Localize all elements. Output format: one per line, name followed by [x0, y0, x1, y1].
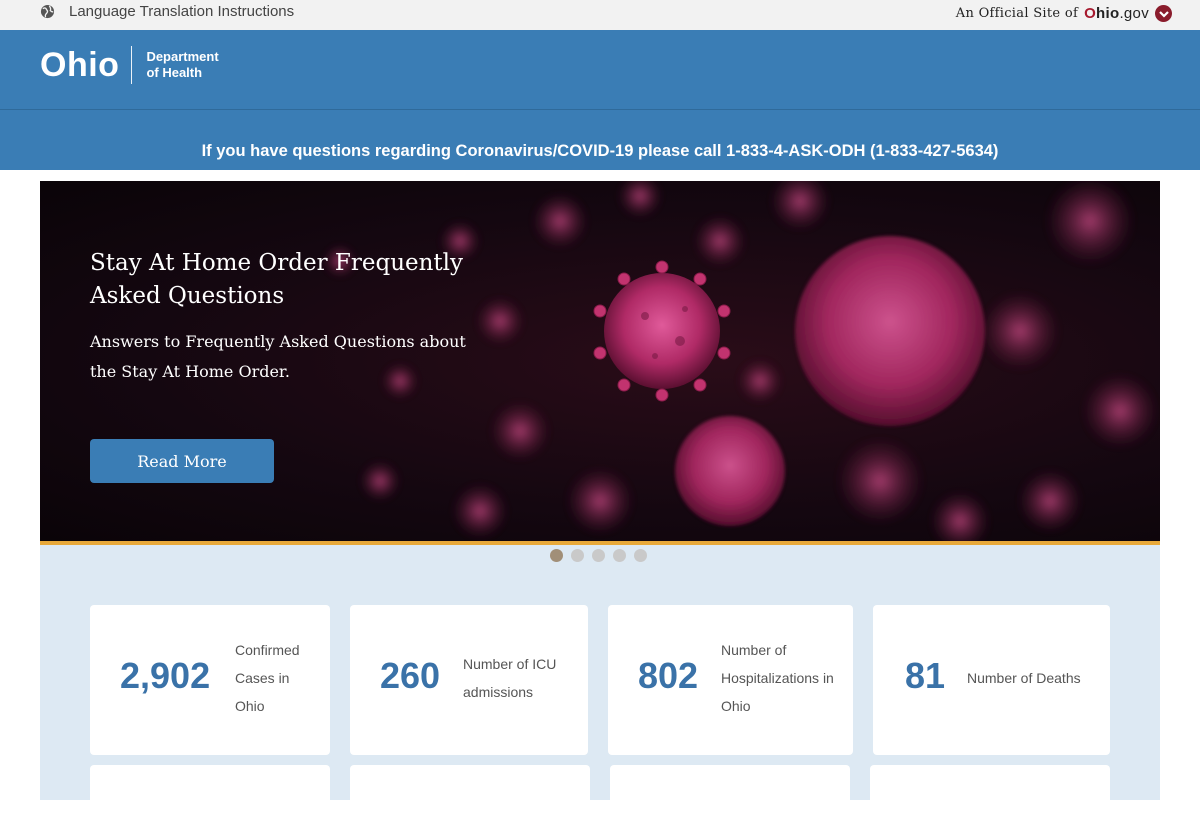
read-more-button[interactable]: Read More — [90, 439, 274, 483]
virus-particle — [593, 260, 731, 402]
covid-hotline-message: If you have questions regarding Coronavi… — [201, 142, 999, 160]
logo-department-text: Department of Health — [146, 49, 219, 80]
official-site-banner: An Official Site of Ohio.gov — [956, 5, 1172, 22]
logo-ohio-text: Ohio — [40, 46, 120, 84]
language-translation-link[interactable]: Language Translation Instructions — [40, 3, 294, 20]
stat-card-row2-4 — [870, 765, 1110, 825]
carousel-dot-4[interactable] — [613, 549, 626, 562]
utility-bar: Language Translation Instructions An Off… — [0, 0, 1200, 30]
stat-number: 260 — [380, 655, 441, 696]
stat-card-row2-3 — [610, 765, 850, 825]
site-header: Ohio Department of Health — [0, 30, 1200, 110]
stat-label: Confirmed Cases in Ohio — [235, 642, 300, 714]
hero-subtitle: Answers to Frequently Asked Questions ab… — [90, 332, 466, 381]
carousel-dot-3[interactable] — [592, 549, 605, 562]
hero-title: Stay At Home Order Frequently Asked Ques… — [90, 250, 464, 309]
carousel-dot-1[interactable] — [550, 549, 563, 562]
stat-number: 81 — [905, 655, 946, 696]
stat-card-icu-admissions: 260 Number of ICU admissions — [350, 605, 588, 755]
stat-card-hospitalizations: 802 Number of Hospitalizations in Ohio — [608, 605, 853, 755]
hero-carousel-slide: Stay At Home Order Frequently Asked Ques… — [40, 181, 1160, 541]
official-site-label: An Official Site of — [955, 6, 1079, 21]
stat-number: 802 — [638, 655, 699, 696]
ohio-gov-wordmark[interactable]: Ohio.gov — [1084, 5, 1149, 22]
ohio-department-of-health-logo[interactable]: Ohio Department of Health — [40, 46, 219, 84]
carousel-pagination — [550, 549, 647, 562]
hotline-band: If you have questions regarding Coronavi… — [0, 110, 1200, 170]
stat-number: 2,902 — [120, 655, 211, 696]
stat-card-row2-2 — [350, 765, 590, 825]
hero-accent-bar — [40, 541, 1160, 545]
carousel-dot-2[interactable] — [571, 549, 584, 562]
stat-label: Number of Deaths — [967, 670, 1081, 686]
globe-icon — [40, 4, 55, 19]
stat-label: Number of ICU admissions — [463, 656, 557, 700]
logo-divider — [131, 46, 133, 84]
stat-card-row2-1 — [90, 765, 330, 825]
stat-card-deaths: 81 Number of Deaths — [873, 605, 1110, 755]
carousel-dot-5[interactable] — [634, 549, 647, 562]
stat-card-confirmed-cases: 2,902 Confirmed Cases in Ohio — [90, 605, 330, 755]
language-link-label: Language Translation Instructions — [69, 3, 295, 20]
stat-label: Number of Hospitalizations in Ohio — [721, 642, 834, 714]
chevron-down-icon[interactable] — [1155, 5, 1172, 22]
